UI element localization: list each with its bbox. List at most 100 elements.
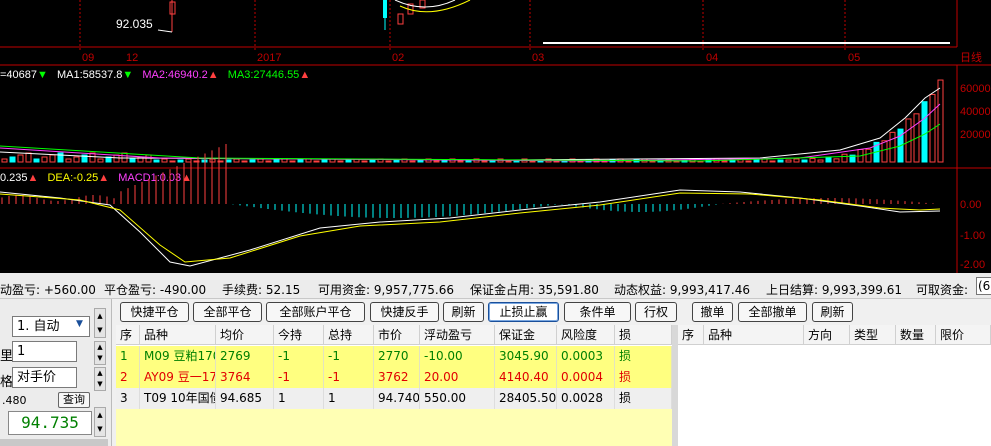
date-label: 09: [82, 52, 94, 64]
col-header[interactable]: 今持: [274, 325, 324, 345]
row-no: 2: [116, 367, 140, 388]
table-row[interactable]: 2 AY09 豆一1709 3764 -1 -1 3762 20.00 4140…: [116, 367, 672, 388]
dea-line: [0, 192, 941, 263]
col-header[interactable]: 保证金: [495, 325, 557, 345]
row-today: -1: [274, 346, 324, 367]
col-header[interactable]: 数量: [896, 325, 936, 345]
volume-bar: [409, 160, 416, 163]
volume-bar: [481, 160, 488, 163]
volume-bar: [625, 160, 632, 163]
close-all-accounts-button[interactable]: 全部账户平仓: [266, 302, 365, 322]
volume-bar: [9, 156, 16, 163]
stop-loss-profit-button[interactable]: 止损止赢: [488, 302, 559, 322]
price-spin[interactable]: ▲ ▼: [94, 367, 106, 391]
ma2-arrow: ▲: [208, 69, 219, 81]
table-row[interactable]: 3 T09 10年国债1... 94.685 1 1 94.740 550.00…: [116, 388, 672, 409]
row-risk: 0.0003: [557, 346, 615, 367]
spin-down-icon[interactable]: ▼: [97, 354, 102, 362]
date-label: 05: [848, 52, 860, 64]
cancel-all-button[interactable]: 全部撤单: [738, 302, 807, 322]
spin-up-icon[interactable]: ▲: [97, 411, 102, 419]
row-today: -1: [274, 367, 324, 388]
col-header[interactable]: 序: [116, 325, 140, 345]
row-today: 1: [274, 388, 324, 409]
ma2-value: MA2:46940.2: [142, 69, 207, 81]
col-header[interactable]: 损: [615, 325, 672, 345]
volume-pane: =40687▼ MA1:58537.8▼ MA2:46940.2▲ MA3:27…: [0, 65, 991, 169]
fee: 手续费: 52.15: [222, 283, 301, 297]
last-price-spin[interactable]: ▲ ▼: [94, 407, 106, 437]
volume-ma1-line: [0, 87, 941, 161]
available-funds: 可用资金: 9,957,775.66: [318, 283, 455, 297]
col-header[interactable]: 限价: [936, 325, 991, 345]
row-extra: 损: [615, 346, 672, 367]
exercise-button[interactable]: 行权: [635, 302, 677, 322]
row-pl: -10.00: [420, 346, 495, 367]
account-summary-bar: 动盈亏: +560.00 平仓盈亏: -490.00 手续费: 52.15 可用…: [0, 273, 991, 299]
mode-dropdown-icon[interactable]: ▼: [76, 319, 83, 329]
withdrawable: 可取资金:: [916, 283, 969, 297]
spin-up-icon[interactable]: ▲: [97, 343, 102, 351]
row-price: 94.740: [374, 388, 420, 409]
volume-bar: [369, 159, 376, 163]
col-header[interactable]: 总持: [324, 325, 374, 345]
volume-bar: [785, 159, 792, 163]
refresh-positions-button[interactable]: 刷新: [443, 302, 484, 322]
refresh-orders-button[interactable]: 刷新: [812, 302, 853, 322]
vol-axis-label: 40000: [960, 106, 991, 118]
order-entry-panel: 1. 自动 ▼ ▲ ▼ 里 1 ▲ ▼ 格 对手价 ▲ ▼ .480 查询 94.73…: [0, 299, 112, 446]
volume-bar: [65, 158, 72, 163]
spin-down-icon[interactable]: ▼: [97, 326, 102, 334]
col-header[interactable]: 市价: [374, 325, 420, 345]
row-no: 3: [116, 388, 140, 409]
mode-spin[interactable]: ▲ ▼: [94, 308, 106, 338]
qty-input[interactable]: 1: [12, 341, 77, 362]
spin-up-icon[interactable]: ▲: [97, 369, 102, 377]
col-header[interactable]: 品种: [704, 325, 804, 345]
trading-window: 92.035 09 12 2017 02 03 04 05 日线 =40687▼…: [0, 0, 991, 446]
volume-bar: [313, 160, 320, 163]
quick-reverse-button[interactable]: 快捷反手: [370, 302, 439, 322]
volume-bar: [97, 158, 104, 163]
qty-spin[interactable]: ▲ ▼: [94, 341, 106, 365]
withdrawable-field[interactable]: (6: [976, 277, 991, 295]
volume-bar: [801, 159, 808, 163]
volume-bar: [153, 159, 160, 163]
last-price-display[interactable]: 94.735: [8, 411, 92, 435]
col-header[interactable]: 序: [678, 325, 704, 345]
quick-close-button[interactable]: 快捷平仓: [120, 302, 189, 322]
spin-down-icon[interactable]: ▼: [97, 425, 102, 433]
date-label: 04: [706, 52, 718, 64]
table-empty-area: [116, 409, 672, 446]
dea-arrow: ▲: [98, 172, 109, 184]
col-header[interactable]: 方向: [804, 325, 850, 345]
col-header[interactable]: 均价: [216, 325, 274, 345]
row-total: 1: [324, 388, 374, 409]
close-all-button[interactable]: 全部平仓: [193, 302, 262, 322]
cancel-order-button[interactable]: 撤单: [692, 302, 733, 322]
volume-bar: [265, 160, 272, 163]
volume-bar: [185, 158, 192, 163]
volume-bar: [113, 154, 120, 163]
conditional-order-button[interactable]: 条件单: [564, 302, 631, 322]
query-button[interactable]: 查询: [58, 392, 90, 408]
volume-ma2-line: [0, 103, 941, 162]
row-avg: 3764: [216, 367, 274, 388]
col-header[interactable]: 浮动盈亏: [420, 325, 495, 345]
row-extra: 损: [615, 367, 672, 388]
row-margin: 3045.90: [495, 346, 557, 367]
spin-down-icon[interactable]: ▼: [97, 380, 102, 388]
col-header[interactable]: 品种: [140, 325, 216, 345]
spin-up-icon[interactable]: ▲: [97, 312, 102, 320]
volume-bar: [337, 160, 344, 163]
col-header[interactable]: 风险度: [557, 325, 615, 345]
col-header[interactable]: 类型: [850, 325, 896, 345]
diff-arrow: ▲: [28, 172, 39, 184]
price-type-input[interactable]: 对手价: [12, 367, 77, 388]
margin-used: 保证金占用: 35,591.80: [470, 283, 599, 297]
row-price: 3762: [374, 367, 420, 388]
row-name: T09 10年国债1...: [140, 388, 216, 409]
volume-bar: [809, 157, 816, 163]
table-row[interactable]: 1 M09 豆粕1709 2769 -1 -1 2770 -10.00 3045…: [116, 346, 672, 367]
vol-axis-label: 60000: [960, 83, 991, 95]
